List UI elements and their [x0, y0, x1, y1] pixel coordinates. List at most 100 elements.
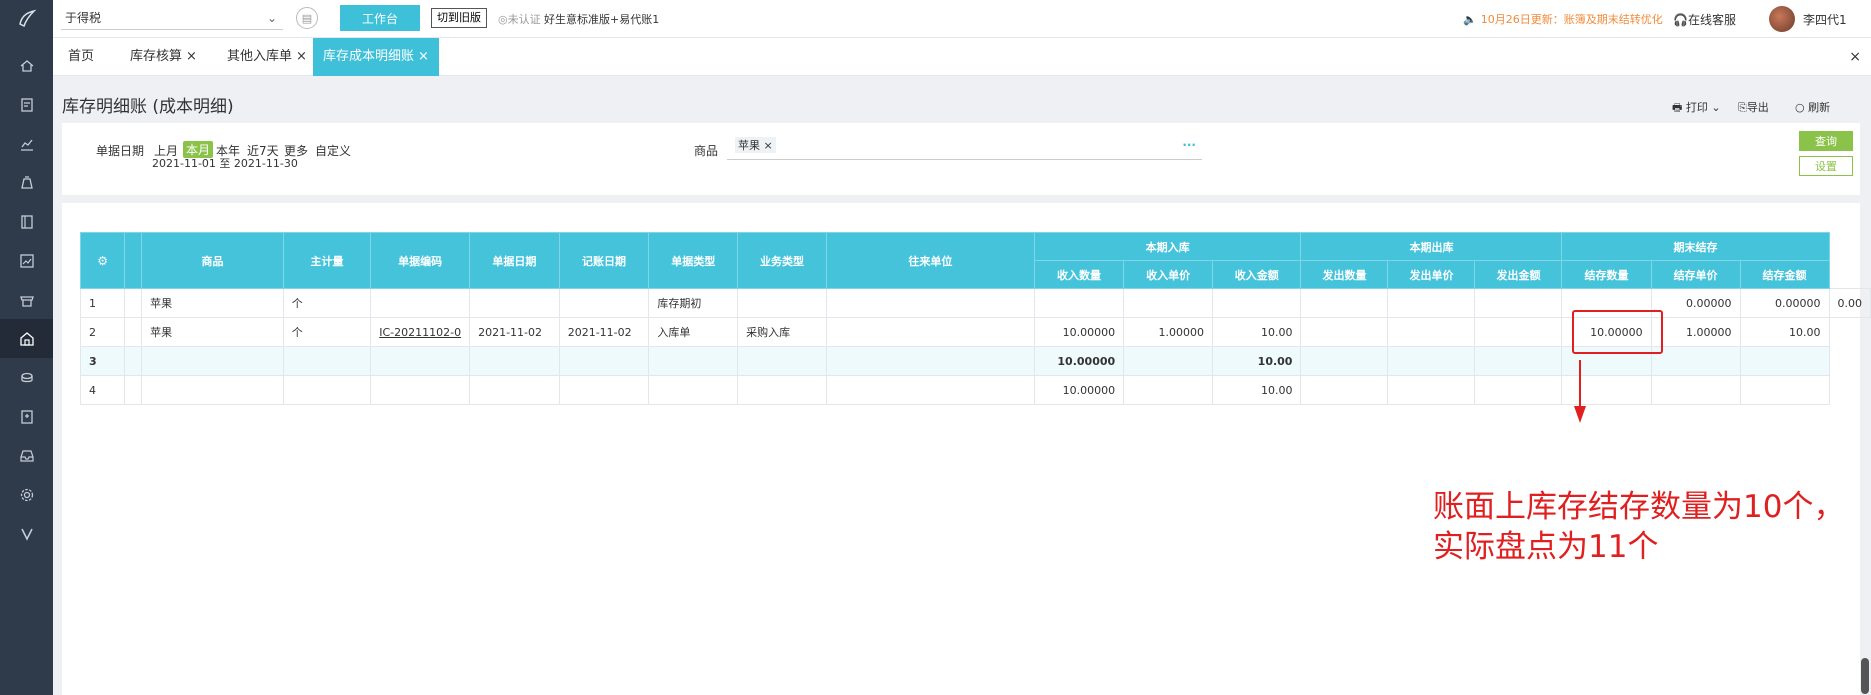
print-button[interactable]: 🖶 打印 ⌄: [1672, 99, 1721, 118]
scrollbar-thumb[interactable]: [1861, 658, 1869, 694]
update-notice-text: 10月26日更新：账簿及期末结转优化: [1480, 13, 1663, 26]
home-icon[interactable]: [0, 46, 53, 85]
close-icon[interactable]: ×: [764, 139, 773, 152]
tab-home[interactable]: 首页: [68, 38, 94, 76]
top-bar: 于得税 ⌄ ▤ 工作台 切到旧版 ◎未认证 好生意标准版+易代账1 🔈 10月26…: [53, 0, 1871, 38]
unverified-text: 未认证: [507, 13, 541, 26]
header-group-inbound: 本期入库: [1033, 232, 1302, 261]
table-cell: [737, 375, 827, 405]
close-icon[interactable]: ×: [296, 49, 307, 64]
highlight-box: [1572, 310, 1663, 354]
workbench-button[interactable]: 工作台: [340, 5, 420, 31]
close-all-icon[interactable]: ×: [1849, 38, 1861, 76]
export-button[interactable]: ⎘导出: [1738, 99, 1769, 115]
tab-bar: 首页 库存核算 × 其他入库单 × 库存成本明细账 × ×: [53, 38, 1871, 76]
column-settings-header[interactable]: ⚙: [79, 232, 126, 289]
switch-old-version-button[interactable]: 切到旧版: [431, 8, 487, 28]
online-service-link[interactable]: 🎧在线客服: [1673, 11, 1736, 28]
table-cell: [1474, 317, 1563, 347]
header-post-date: 记账日期: [558, 232, 650, 289]
goods-input[interactable]: 苹果 × ···: [727, 134, 1202, 160]
goods-label: 商品: [694, 144, 719, 158]
table-cell: [469, 346, 560, 376]
more-icon[interactable]: ···: [1182, 138, 1196, 152]
table-row[interactable]: 4 10.00000 10.00: [79, 375, 1871, 405]
table-cell: [558, 288, 650, 318]
date-range[interactable]: 2021-11-01 至 2021-11-30: [152, 155, 298, 171]
gear-icon[interactable]: [0, 475, 53, 514]
export-label: 导出: [1746, 101, 1769, 114]
filter-panel: 单据日期 上月 本月 本年 近7天 更多 自定义 2021-11-01 至 20…: [62, 123, 1860, 195]
header-out-price: 发出单价: [1387, 260, 1476, 289]
warehouse-icon[interactable]: [0, 319, 53, 358]
table-cell: [1033, 288, 1125, 318]
online-service-text: 在线客服: [1687, 13, 1736, 27]
sidebar: [0, 0, 53, 695]
refresh-button[interactable]: ○ 刷新: [1795, 99, 1830, 115]
table-cell: 2021-11-02: [558, 317, 650, 347]
invoice-icon[interactable]: [0, 397, 53, 436]
table-cell: 0.00000: [1650, 288, 1741, 318]
table-cell: 采购入库: [737, 317, 827, 347]
header-group-outbound: 本期出库: [1300, 232, 1563, 261]
header-unit: 主计量: [282, 232, 372, 289]
table-cell: 10.00: [1212, 375, 1302, 405]
table-cell: [648, 346, 739, 376]
user-name[interactable]: 李四代1: [1803, 11, 1847, 28]
edition-label: 好生意标准版+易代账1: [544, 13, 660, 26]
table-cell: [282, 346, 372, 376]
gear-icon[interactable]: ⚙: [97, 254, 108, 268]
table-cell: [558, 346, 650, 376]
table-cell: 4: [79, 375, 126, 405]
query-button[interactable]: 查询: [1799, 131, 1853, 151]
table-cell: [1739, 375, 1830, 405]
tab-inventory-accounting[interactable]: 库存核算 ×: [130, 38, 197, 76]
calendar-icon[interactable]: ▤: [296, 7, 318, 29]
inbox-icon[interactable]: [0, 436, 53, 475]
table-cell: 10.00000: [1033, 317, 1125, 347]
spacer-cell: [124, 375, 143, 405]
tab-label: 其他入库单: [227, 49, 293, 64]
header-partner: 往来单位: [825, 232, 1035, 289]
tab-other-inbound[interactable]: 其他入库单 ×: [227, 38, 307, 76]
table-cell: [737, 288, 827, 318]
close-icon[interactable]: ×: [186, 49, 197, 64]
store-icon[interactable]: [0, 280, 53, 319]
header-out-qty: 发出数量: [1300, 260, 1389, 289]
chart-icon[interactable]: [0, 124, 53, 163]
table-cell: [648, 375, 739, 405]
table-cell: [1123, 375, 1214, 405]
table-cell: 入库单: [648, 317, 739, 347]
company-select[interactable]: 于得税 ⌄: [61, 6, 283, 30]
ledger-icon[interactable]: [0, 202, 53, 241]
table-cell: [558, 375, 650, 405]
table-cell: 2021-11-02: [469, 317, 560, 347]
table-cell: [825, 288, 1035, 318]
table-cell: [1123, 288, 1214, 318]
table-cell: 0.00000: [1739, 288, 1830, 318]
setting-button[interactable]: 设置: [1799, 156, 1853, 176]
goods-tag: 苹果 ×: [735, 137, 776, 153]
table-cell: 2: [79, 317, 126, 347]
report-icon[interactable]: [0, 241, 53, 280]
table-cell: 10.00000: [1033, 346, 1125, 376]
table-cell: [1300, 375, 1389, 405]
document-icon[interactable]: [0, 85, 53, 124]
header-in-qty: 收入数量: [1033, 260, 1125, 289]
table-cell: 10.00: [1739, 317, 1830, 347]
money-bag-icon[interactable]: [0, 163, 53, 202]
avatar[interactable]: [1769, 6, 1795, 32]
close-icon[interactable]: ×: [418, 49, 429, 64]
table-cell: [1212, 288, 1302, 318]
annotation-note: 账面上库存结存数量为10个，实际盘点为11个: [1433, 489, 1845, 565]
table-cell: 苹果: [141, 317, 284, 347]
arrow-down-icon: [1574, 360, 1586, 423]
table-cell: [1650, 346, 1741, 376]
quick-custom[interactable]: 自定义: [315, 142, 351, 159]
update-notice[interactable]: 🔈 10月26日更新：账簿及期末结转优化: [1463, 11, 1663, 27]
vip-icon[interactable]: [0, 514, 53, 553]
tab-inventory-cost-ledger[interactable]: 库存成本明细账 ×: [313, 38, 439, 76]
header-in-amount: 收入金额: [1212, 260, 1302, 289]
table-cell: [370, 288, 471, 318]
coins-icon[interactable]: [0, 358, 53, 397]
